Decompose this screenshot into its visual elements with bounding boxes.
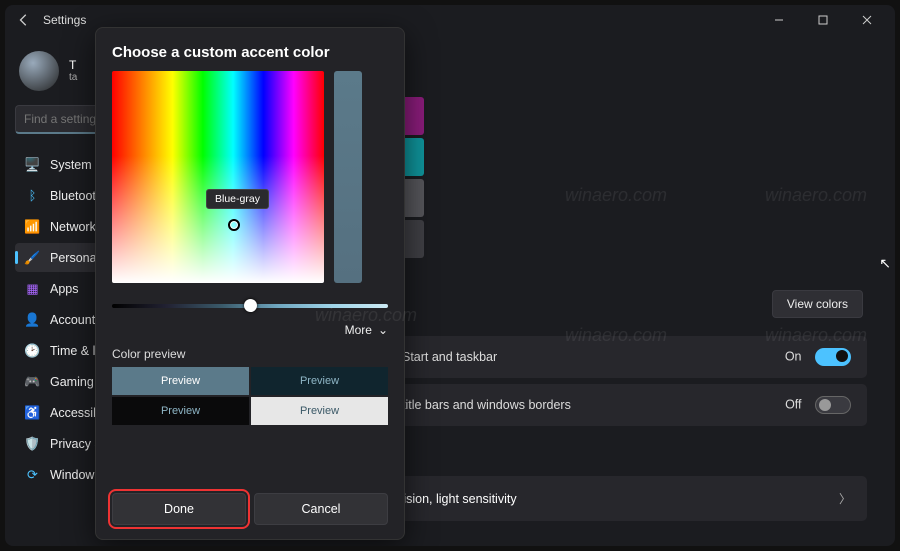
preview-cell: Preview	[112, 397, 249, 425]
nav-icon: 👤	[25, 312, 40, 327]
done-button[interactable]: Done	[112, 493, 246, 525]
nav-icon: ▦	[25, 281, 40, 296]
color-tooltip: Blue-gray	[206, 189, 269, 209]
nav-icon: ᛒ	[25, 188, 40, 203]
avatar	[19, 51, 59, 91]
back-icon[interactable]	[17, 13, 31, 27]
nav-icon: 🕑	[25, 343, 40, 358]
nav-icon: 🛡️	[25, 436, 40, 451]
settings-window: Settings T ta 🖥️SystemᛒBluetooth & devic…	[5, 5, 895, 546]
minimize-button[interactable]	[757, 5, 801, 35]
nav-label: Gaming	[50, 375, 94, 389]
toggle-on[interactable]	[815, 348, 851, 366]
nav-icon: 📶	[25, 219, 40, 234]
preview-label: Color preview	[112, 347, 388, 361]
toggle-state: On	[785, 349, 802, 363]
preview-cell: Preview	[112, 367, 249, 395]
nav-icon: 🖌️	[25, 250, 40, 265]
view-colors-button[interactable]: View colors	[772, 290, 863, 318]
nav-label: Accounts	[50, 313, 101, 327]
nav-label: System	[50, 158, 92, 172]
color-picker-dialog: Choose a custom accent color Blue-gray M…	[95, 27, 405, 540]
user-name: T	[69, 58, 77, 72]
nav-label: Apps	[50, 282, 79, 296]
cancel-button[interactable]: Cancel	[254, 493, 388, 525]
hue-thumb[interactable]	[244, 299, 257, 312]
chevron-down-icon: ⌄	[378, 323, 388, 337]
chevron-right-icon: 〉	[839, 490, 851, 507]
user-sub: ta	[69, 72, 77, 84]
toggle-state: Off	[785, 397, 801, 411]
preview-cell: Preview	[251, 397, 388, 425]
preview-grid: PreviewPreviewPreviewPreview	[112, 367, 388, 425]
hue-slider[interactable]	[112, 297, 388, 315]
value-slider[interactable]	[334, 71, 362, 283]
window-controls	[757, 5, 889, 35]
more-button[interactable]: More ⌄	[112, 323, 388, 337]
nav-icon: 🎮	[25, 374, 40, 389]
nav-icon: 🖥️	[25, 157, 40, 172]
maximize-button[interactable]	[801, 5, 845, 35]
nav-icon: ⟳	[25, 467, 40, 482]
preview-cell: Preview	[251, 367, 388, 395]
color-field[interactable]: Blue-gray	[112, 71, 324, 283]
nav-icon: ♿	[25, 405, 40, 420]
app-title: Settings	[43, 13, 86, 27]
close-button[interactable]	[845, 5, 889, 35]
dialog-title: Choose a custom accent color	[112, 44, 388, 61]
toggle-off[interactable]	[815, 396, 851, 414]
color-pointer[interactable]	[228, 219, 240, 231]
